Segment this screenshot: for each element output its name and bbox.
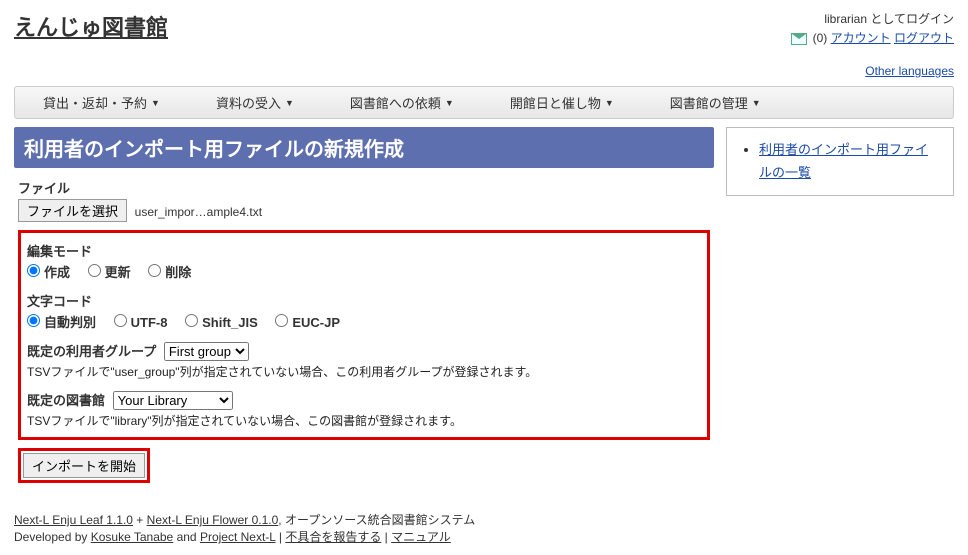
menu-events[interactable]: 開館日と催し物▼ <box>482 93 642 112</box>
start-import-button[interactable]: インポートを開始 <box>23 453 145 478</box>
charset-utf8[interactable]: UTF-8 <box>114 315 168 330</box>
menu-acquisition[interactable]: 資料の受入▼ <box>188 93 322 112</box>
main-menu: 貸出・返却・予約▼ 資料の受入▼ 図書館への依頼▼ 開館日と催し物▼ 図書館の管… <box>14 86 954 119</box>
logout-link[interactable]: ログアウト <box>894 31 954 45</box>
edit-mode-delete[interactable]: 削除 <box>148 265 191 280</box>
charset-sjis[interactable]: Shift_JIS <box>185 315 258 330</box>
import-options-box: 編集モード 作成 更新 削除 文字コード 自動判別 UTF-8 Shift_JI… <box>18 230 710 440</box>
default-library-help: TSVファイルで"library"列が指定されていない場合、この図書館が登録され… <box>27 412 701 429</box>
footer-dev-name[interactable]: Kosuke Tanabe <box>91 530 174 544</box>
footer-flower-link[interactable]: Next-L Enju Flower 0.1.0 <box>147 513 279 527</box>
charset-auto[interactable]: 自動判別 <box>27 315 96 330</box>
default-group-select[interactable]: First group <box>164 342 249 361</box>
edit-mode-label: 編集モード <box>27 241 701 260</box>
user-area: librarian としてログイン (0) アカウント ログアウト Other … <box>791 10 954 78</box>
menu-checkout[interactable]: 貸出・返却・予約▼ <box>15 93 188 112</box>
footer-manual-link[interactable]: マニュアル <box>391 530 451 544</box>
mail-count: (0) <box>813 31 828 45</box>
default-group-help: TSVファイルで"user_group"列が指定されていない場合、この利用者グル… <box>27 363 701 380</box>
edit-mode-create[interactable]: 作成 <box>27 265 70 280</box>
footer-report-link[interactable]: 不具合を報告する <box>285 530 381 544</box>
default-library-label: 既定の図書館 <box>27 393 105 408</box>
chevron-down-icon: ▼ <box>151 98 160 108</box>
chevron-down-icon: ▼ <box>752 98 761 108</box>
mail-icon[interactable] <box>791 33 807 45</box>
charset-eucjp[interactable]: EUC-JP <box>275 315 340 330</box>
menu-admin[interactable]: 図書館の管理▼ <box>642 93 789 112</box>
file-name: user_impor…ample4.txt <box>135 205 262 219</box>
edit-mode-update[interactable]: 更新 <box>88 265 131 280</box>
footer: Next-L Enju Leaf 1.1.0 + Next-L Enju Flo… <box>14 511 954 545</box>
sidebar-import-files-list-link[interactable]: 利用者のインポート用ファイルの一覧 <box>759 142 928 180</box>
account-link[interactable]: アカウント <box>831 31 891 45</box>
chevron-down-icon: ▼ <box>445 98 454 108</box>
file-select-button[interactable]: ファイルを選択 <box>18 199 127 222</box>
charset-label: 文字コード <box>27 291 701 310</box>
menu-requests[interactable]: 図書館への依頼▼ <box>322 93 482 112</box>
chevron-down-icon: ▼ <box>285 98 294 108</box>
footer-dev-org[interactable]: Project Next-L <box>200 530 276 544</box>
chevron-down-icon: ▼ <box>605 98 614 108</box>
default-group-label: 既定の利用者グループ <box>27 344 156 359</box>
footer-leaf-link[interactable]: Next-L Enju Leaf 1.1.0 <box>14 513 133 527</box>
login-status: librarian としてログイン <box>791 10 954 27</box>
other-languages-link[interactable]: Other languages <box>791 64 954 78</box>
sidebar: 利用者のインポート用ファイルの一覧 <box>726 127 954 196</box>
default-library-select[interactable]: Your Library <box>113 391 233 410</box>
file-label: ファイル <box>18 178 710 197</box>
page-title: 利用者のインポート用ファイルの新規作成 <box>14 127 714 168</box>
site-title[interactable]: えんじゅ図書館 <box>14 10 168 42</box>
